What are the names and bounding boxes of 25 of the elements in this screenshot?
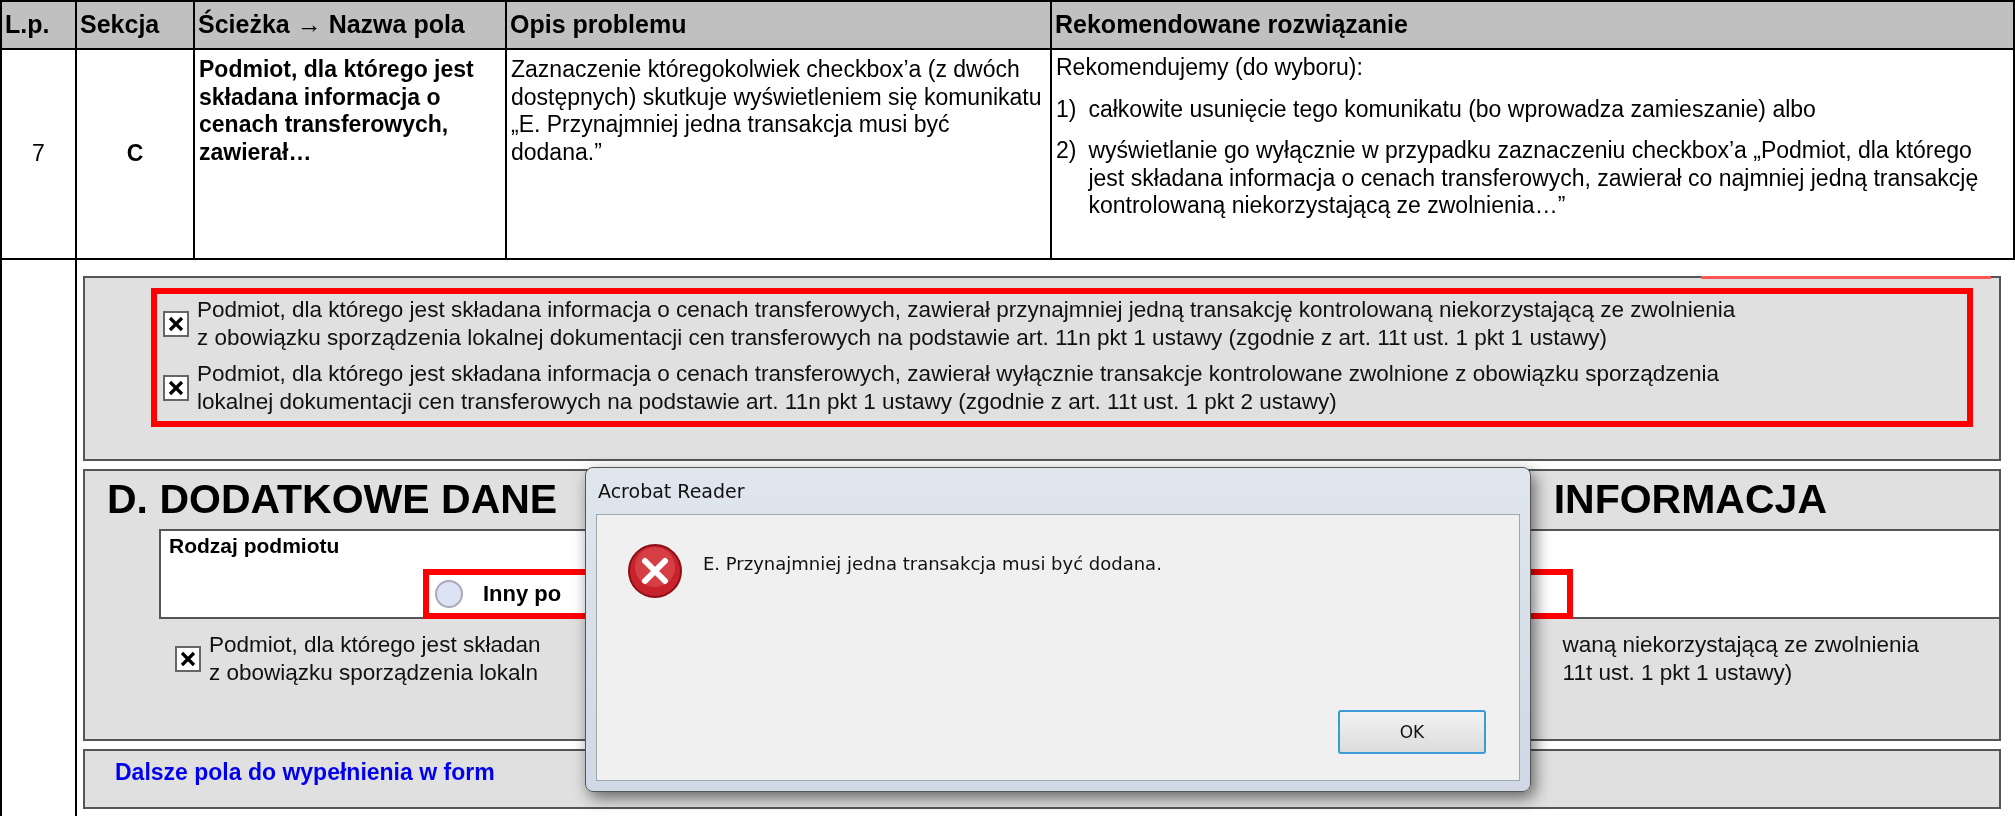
list-text: wyświetlanie go wyłącznie w przypadku zaznaczeniu checkbox’a „Podmiot, dla którego jest składana informacja o cenach transferowych, zawierał co najmniej jedną transakcję kontrolowaną niekorzystającą ze zwolnienia…” — [1088, 137, 1980, 220]
column-header: Rekomendowane rozwiązanie — [1052, 2, 2015, 50]
info-text: Dalsze pola do wypełnienia w form — [115, 758, 495, 786]
checkbox-label: Podmiot, dla którego jest składan z obowiązku sporządzenia lokaln — [209, 630, 541, 687]
field-label: Rodzaj podmiotu — [168, 532, 341, 558]
section-heading: D. DODATKOWE DANE — [107, 476, 558, 523]
table-cell: Podmiot, dla którego jest składana informacja o cenach transferowych, zawierał… — [195, 50, 507, 260]
section-heading: INFORMACJA — [1553, 476, 1827, 523]
checkbox-label: Podmiot, dla którego jest składana informacja o cenach transferowych, zawierał wyłącznie transakcje kontrolowane zwolnione z obowiązku sporządzenia lokalnej dokumentacji cen transferowych na podstawie art. 11n pkt 1 ustawy (zgodnie z art. 11t ust. 1 pkt 2 ustawy) — [197, 360, 1720, 417]
dialog-message: E. Przynajmniej jedna transakcja musi być dodana. — [703, 552, 1162, 574]
dialog-title: Acrobat Reader — [597, 479, 746, 504]
checkbox-label: waną niekorzystającą ze zwolnienia 11t ust. 1 pkt 1 ustawy) — [1562, 630, 1919, 687]
list-text: całkowite usunięcie tego komunikatu (bo wprowadza zamieszanie) albo — [1088, 95, 1816, 124]
column-header: Opis problemu — [507, 2, 1052, 50]
list-number: 2) — [1056, 137, 1077, 166]
list-number: 1) — [1056, 95, 1077, 124]
checkbox-label: Podmiot, dla którego jest składana informacja o cenach transferowych, zawierał przynajmniej jedną transakcję kontrolowaną niekorzystającą ze zwolnienia z obowiązku sporządzenia lokalnej dokumentacji cen transferowych na podstawie art. 11n pkt 1 ustawy (zgodnie z art. 11t ust. 1 pkt 1 ustawy) — [197, 296, 1736, 353]
recommendation-intro: Rekomendujemy (do wyboru): — [1056, 54, 1364, 82]
table-cell: Zaznaczenie któregokolwiek checkbox’a (z dwóch dostępnych) skutkuje wyświetleniem się komunikatu „E. Przynajmniej jedna transakcja musi być dodana.” — [507, 50, 1052, 260]
radio-label: Inny po — [483, 580, 562, 607]
column-header: L.p. — [2, 2, 77, 50]
column-header: Sekcja — [77, 2, 195, 50]
table-cell: C — [77, 50, 195, 260]
table-cell: 7 — [2, 50, 77, 260]
column-header: Ścieżka → Nazwa pola — [195, 2, 507, 50]
